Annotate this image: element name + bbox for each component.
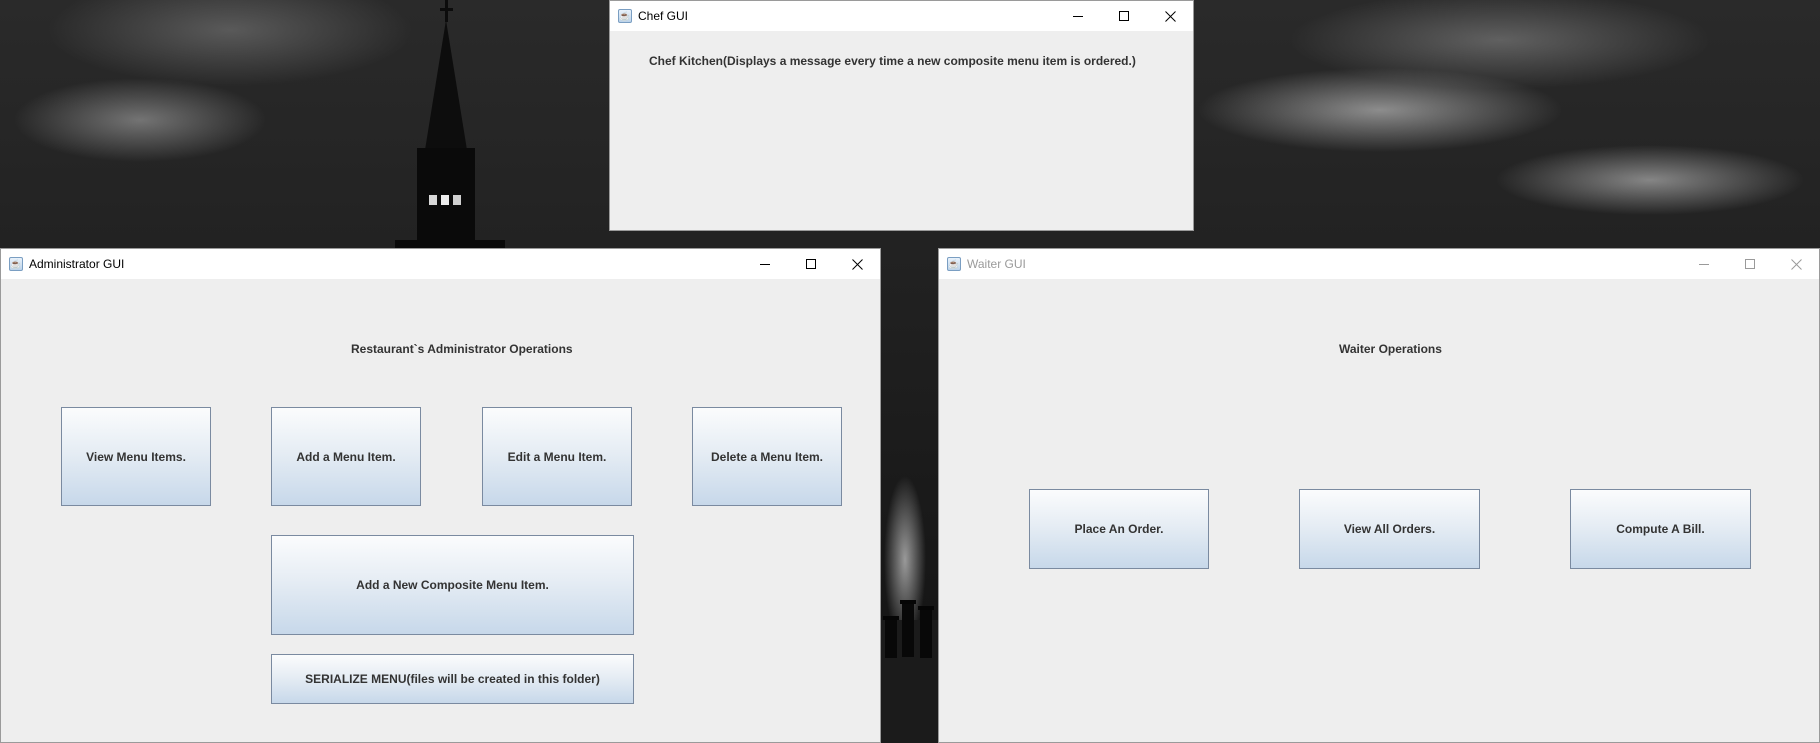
admin-heading: Restaurant`s Administrator Operations bbox=[351, 342, 573, 356]
chef-kitchen-message: Chef Kitchen(Displays a message every ti… bbox=[649, 54, 1136, 68]
close-icon[interactable] bbox=[1773, 249, 1819, 279]
chef-window: ☕ Chef GUI Chef Kitchen(Displays a messa… bbox=[609, 0, 1194, 231]
minimize-icon[interactable] bbox=[742, 249, 788, 279]
delete-menu-item-button[interactable]: Delete a Menu Item. bbox=[692, 407, 842, 506]
view-menu-items-button[interactable]: View Menu Items. bbox=[61, 407, 211, 506]
maximize-icon[interactable] bbox=[1101, 1, 1147, 31]
java-cup-icon: ☕ bbox=[618, 9, 632, 23]
waiter-window-title: Waiter GUI bbox=[967, 257, 1026, 271]
serialize-menu-button[interactable]: SERIALIZE MENU(files will be created in … bbox=[271, 654, 634, 704]
minimize-icon[interactable] bbox=[1681, 249, 1727, 279]
compute-bill-button[interactable]: Compute A Bill. bbox=[1570, 489, 1751, 569]
edit-menu-item-button[interactable]: Edit a Menu Item. bbox=[482, 407, 632, 506]
java-cup-icon: ☕ bbox=[9, 257, 23, 271]
chef-titlebar[interactable]: ☕ Chef GUI bbox=[610, 1, 1193, 31]
close-icon[interactable] bbox=[834, 249, 880, 279]
add-composite-menu-item-button[interactable]: Add a New Composite Menu Item. bbox=[271, 535, 634, 635]
minimize-icon[interactable] bbox=[1055, 1, 1101, 31]
maximize-icon[interactable] bbox=[788, 249, 834, 279]
waiter-heading: Waiter Operations bbox=[1339, 342, 1442, 356]
add-menu-item-button[interactable]: Add a Menu Item. bbox=[271, 407, 421, 506]
chef-window-title: Chef GUI bbox=[638, 9, 689, 23]
admin-titlebar[interactable]: ☕ Administrator GUI bbox=[1, 249, 880, 279]
admin-window-title: Administrator GUI bbox=[29, 257, 125, 271]
maximize-icon[interactable] bbox=[1727, 249, 1773, 279]
waiter-titlebar[interactable]: ☕ Waiter GUI bbox=[939, 249, 1819, 279]
clock-tower-silhouette bbox=[395, 0, 505, 250]
close-icon[interactable] bbox=[1147, 1, 1193, 31]
chimneys-silhouette bbox=[880, 600, 940, 743]
admin-window: ☕ Administrator GUI Restaurant`s Adminis… bbox=[0, 248, 881, 743]
view-all-orders-button[interactable]: View All Orders. bbox=[1299, 489, 1480, 569]
waiter-window: ☕ Waiter GUI Waiter Operations Place An … bbox=[938, 248, 1820, 743]
place-order-button[interactable]: Place An Order. bbox=[1029, 489, 1209, 569]
java-cup-icon: ☕ bbox=[947, 257, 961, 271]
